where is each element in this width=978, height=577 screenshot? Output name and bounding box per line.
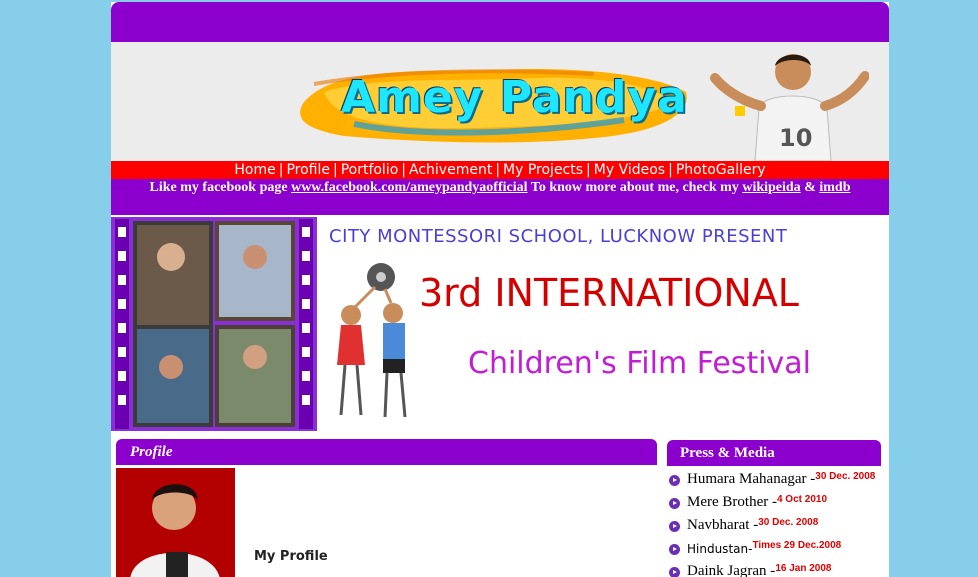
festival-banner: CITY MONTESSORI SCHOOL, LUCKNOW PRESENT … <box>111 215 889 433</box>
fb-amp: & <box>800 180 820 195</box>
main-nav: Home | Profile | Portfolio | Achivement | My Pro… <box>111 161 889 179</box>
festival-title: 3rd INTERNATIONAL <box>419 271 799 315</box>
press-date: 4 Oct 2010 <box>776 494 828 505</box>
bullet-arrow-icon <box>669 567 680 577</box>
press-item[interactable]: Mere Brother -4 Oct 2010 <box>667 492 889 515</box>
top-bar <box>111 2 889 42</box>
nav-separator: | <box>586 162 591 178</box>
bullet-arrow-icon <box>669 498 680 509</box>
nav-profile[interactable]: Profile <box>286 162 330 178</box>
header-banner: Amey Pandya 10 <box>111 42 889 161</box>
page-container: Amey Pandya 10 Home | Profile | Portfolio | Ac… <box>111 2 889 577</box>
header-kid-image: 10 <box>710 54 869 161</box>
nav-separator: | <box>332 162 338 178</box>
press-date: 16 Jan 2008 <box>775 563 832 574</box>
svg-text:10: 10 <box>779 124 812 152</box>
press-item[interactable]: Hindustan- Times 29 Dec.2008 <box>667 538 889 561</box>
nav-photogallery[interactable]: PhotoGallery <box>676 162 766 178</box>
logo-text: Amey Pandya <box>341 72 688 123</box>
photo-collage <box>111 217 317 431</box>
press-name[interactable]: Navbharat - <box>687 517 758 534</box>
profile-photo <box>116 468 235 577</box>
nav-portfolio[interactable]: Portfolio <box>341 162 399 178</box>
nav-my-projects[interactable]: My Projects <box>503 162 583 178</box>
nav-separator: | <box>401 162 406 178</box>
facebook-link[interactable]: www.facebook.com/ameypandyaofficial <box>291 180 527 195</box>
nav-separator: | <box>495 162 501 178</box>
nav-separator: | <box>278 162 284 178</box>
bullet-arrow-icon <box>669 544 680 555</box>
press-name[interactable]: Hindustan- <box>687 542 752 556</box>
press-date: Times 29 Dec.2008 <box>752 540 842 551</box>
profile-heading: Profile <box>116 439 657 465</box>
press-heading: Press & Media <box>667 440 881 466</box>
profile-subheading: My Profile <box>254 549 328 564</box>
nav-separator: | <box>668 162 673 178</box>
facebook-line: Like my facebook page www.facebook.com/a… <box>111 179 889 215</box>
bullet-arrow-icon <box>669 521 680 532</box>
press-date: 30 Dec. 2008 <box>815 471 876 482</box>
press-item[interactable]: Navbharat -30 Dec. 2008 <box>667 515 889 538</box>
wikipedia-link[interactable]: wikipeida <box>742 180 800 195</box>
festival-presenter: CITY MONTESSORI SCHOOL, LUCKNOW PRESENT <box>329 226 788 247</box>
press-list: Humara Mahanagar -30 Dec. 2008 Mere Brot… <box>667 469 889 577</box>
nav-my-videos[interactable]: My Videos <box>594 162 665 178</box>
press-name[interactable]: Humara Mahanagar - <box>687 471 815 488</box>
fb-prefix: Like my facebook page <box>149 180 292 195</box>
bullet-arrow-icon <box>669 475 680 486</box>
nav-achivement[interactable]: Achivement <box>409 162 492 178</box>
fb-middle: To know more about me, check my <box>527 180 743 195</box>
press-item[interactable]: Humara Mahanagar -30 Dec. 2008 <box>667 469 889 492</box>
press-date: 30 Dec. 2008 <box>758 517 819 528</box>
festival-subtitle: Children's Film Festival <box>468 346 812 381</box>
imdb-link[interactable]: imdb <box>819 180 850 195</box>
press-name[interactable]: Mere Brother - <box>687 494 777 511</box>
press-name[interactable]: Daink Jagran - <box>687 563 775 577</box>
kids-film-reel-art <box>337 263 407 418</box>
nav-home[interactable]: Home <box>234 162 275 178</box>
press-item[interactable]: Daink Jagran -16 Jan 2008 <box>667 561 889 577</box>
